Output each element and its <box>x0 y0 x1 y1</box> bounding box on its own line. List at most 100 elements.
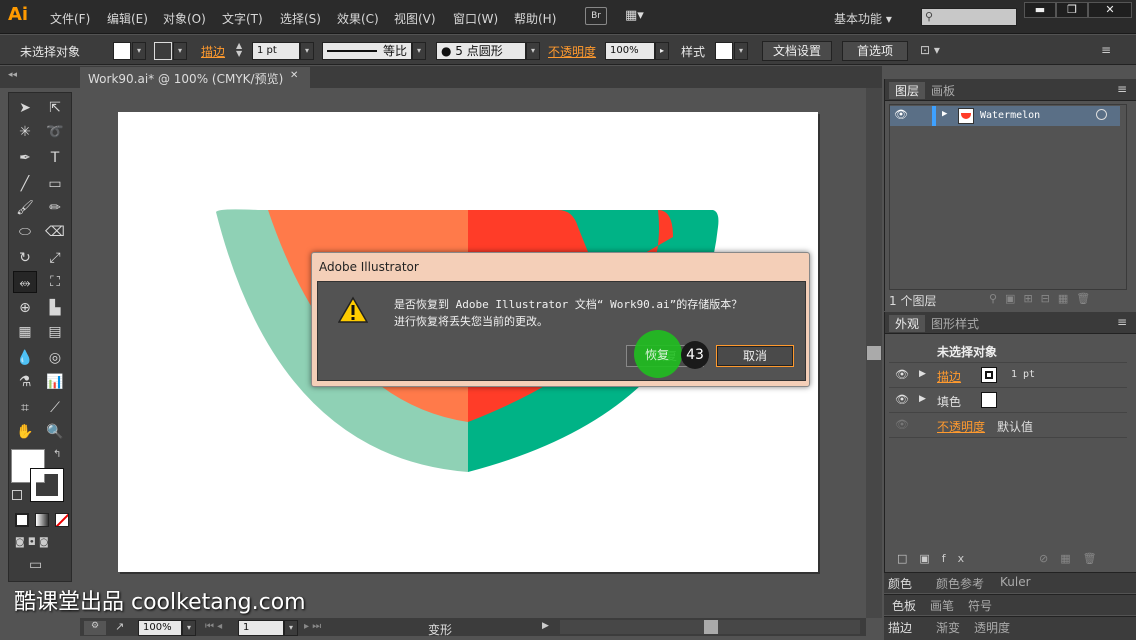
first-artboard-icon[interactable]: ⏮ ◂ <box>205 621 222 632</box>
column-graph-tool-icon[interactable]: 📊 <box>43 371 67 393</box>
tab-graphic-styles[interactable]: 图形样式 <box>931 315 979 332</box>
opacity-label[interactable]: 不透明度 <box>548 43 596 60</box>
artboard-number-input[interactable]: 1 <box>238 620 284 636</box>
cancel-button[interactable]: 取消 <box>716 345 794 367</box>
variable-width-profile[interactable]: 等比 <box>322 42 412 60</box>
selection-tool-icon[interactable]: ➤ <box>13 97 37 119</box>
scale-tool-icon[interactable]: ⤢ <box>43 247 67 269</box>
color-mode-icon[interactable] <box>15 513 29 527</box>
zoom-level-input[interactable]: 100% <box>138 620 182 636</box>
stroke-weight-input[interactable]: 1 pt <box>252 42 300 60</box>
visibility-eye-icon[interactable]: 👁 <box>895 368 909 381</box>
pencil-tool-icon[interactable]: ✏ <box>43 197 67 219</box>
slice-tool-icon[interactable]: ⟋ <box>43 397 67 419</box>
line-tool-icon[interactable]: ╱ <box>13 173 37 195</box>
rectangle-tool-icon[interactable]: ▭ <box>43 173 67 195</box>
visibility-eye-icon[interactable]: 👁 <box>894 108 908 121</box>
search-input[interactable]: ⚲ <box>921 8 1017 26</box>
export-icon[interactable]: ↗ <box>115 620 124 633</box>
direct-selection-tool-icon[interactable]: ⇱ <box>43 97 67 119</box>
tab-gradient[interactable]: 渐变 <box>936 619 960 636</box>
gradient-mode-icon[interactable] <box>35 513 49 527</box>
status-menu-icon[interactable]: ▶ <box>542 621 549 631</box>
zoom-tool-icon[interactable]: 🔍 <box>43 421 67 443</box>
symbol-sprayer-tool-icon[interactable]: ⚗ <box>13 371 37 393</box>
tab-artboards[interactable]: 画板 <box>931 82 955 99</box>
appearance-stroke-row[interactable]: 👁 ▶ 描边 1 pt <box>889 363 1127 388</box>
rotate-tool-icon[interactable]: ↻ <box>13 247 37 269</box>
fill-swatch[interactable] <box>113 42 131 60</box>
stroke-weight-stepper[interactable]: ▲ ▼ <box>236 42 250 60</box>
collapse-toolbar-icon[interactable]: ◂◂ <box>8 70 17 80</box>
eyedropper-tool-icon[interactable]: 💧 <box>13 347 37 369</box>
vertical-scroll-thumb[interactable] <box>867 346 881 360</box>
stroke-dropdown[interactable]: ▾ <box>173 42 187 60</box>
type-tool-icon[interactable]: T <box>43 147 67 169</box>
layer-target-icon[interactable] <box>1096 109 1107 120</box>
tab-swatches[interactable]: 色板 <box>892 597 916 614</box>
swap-colors-icon[interactable]: ↰ <box>53 449 61 460</box>
arrange-documents-icon[interactable]: ▦▾ <box>625 8 644 23</box>
opacity-dropdown[interactable]: ▸ <box>655 42 669 60</box>
stroke-swatch[interactable] <box>154 42 172 60</box>
menu-file[interactable]: 文件(F) <box>50 10 90 27</box>
close-document-icon[interactable]: ✕ <box>290 70 298 81</box>
layers-panel-menu-icon[interactable]: ≡ <box>1117 82 1127 96</box>
none-mode-icon[interactable] <box>55 513 69 527</box>
brush-dropdown[interactable]: ▾ <box>526 42 540 60</box>
style-dropdown[interactable]: ▾ <box>734 42 748 60</box>
menu-view[interactable]: 视图(V) <box>394 10 436 27</box>
screen-mode-icon[interactable]: ▭ <box>29 557 42 573</box>
horizontal-scroll-thumb[interactable] <box>704 620 718 634</box>
document-tab[interactable]: Work90.ai* @ 100% (CMYK/预览) ✕ <box>80 67 310 89</box>
tab-transparency[interactable]: 透明度 <box>974 619 1010 636</box>
hand-tool-icon[interactable]: ✋ <box>13 421 37 443</box>
brush-definition[interactable]: ● 5 点圆形 <box>436 42 526 60</box>
blend-tool-icon[interactable]: ◎ <box>43 347 67 369</box>
visibility-eye-icon[interactable]: 👁 <box>895 418 909 431</box>
gradient-tool-icon[interactable]: ▤ <box>43 321 67 343</box>
appearance-stroke-label[interactable]: 描边 <box>937 368 961 385</box>
next-artboard-icon[interactable]: ▸ ⏭ <box>304 621 321 632</box>
bridge-button[interactable]: Br <box>585 7 607 25</box>
eraser-tool-icon[interactable]: ⌫ <box>43 221 67 243</box>
drawing-mode-icons[interactable]: ◙ ◘ ◙ <box>15 537 67 551</box>
restore-button[interactable]: ❐ <box>1056 2 1088 18</box>
menu-effect[interactable]: 效果(C) <box>337 10 379 27</box>
menu-select[interactable]: 选择(S) <box>280 10 321 27</box>
layer-action-icons[interactable]: ⚲▣⊞⊟▦🗑 <box>989 292 1098 305</box>
artboard-tool-icon[interactable]: ⌗ <box>13 397 37 419</box>
default-colors-icon[interactable] <box>12 490 22 500</box>
appearance-opacity-label[interactable]: 不透明度 <box>937 418 985 435</box>
minimize-button[interactable]: ▬ <box>1024 2 1056 18</box>
appearance-delete-icons[interactable]: ⊘▦🗑 <box>1039 552 1109 565</box>
stroke-weight-dropdown[interactable]: ▾ <box>300 42 314 60</box>
workspace-switcher[interactable]: 基本功能 ▾ <box>834 10 892 27</box>
width-tool-icon[interactable]: ⥈ <box>13 271 37 293</box>
tab-brushes[interactable]: 画笔 <box>930 597 954 614</box>
magic-wand-tool-icon[interactable]: ✳ <box>13 121 37 143</box>
pen-tool-icon[interactable]: ✒ <box>13 147 37 169</box>
appearance-fill-row[interactable]: 👁 ▶ 填色 <box>889 388 1127 413</box>
tab-color[interactable]: 颜色 <box>888 575 912 592</box>
menu-window[interactable]: 窗口(W) <box>453 10 498 27</box>
tab-color-guide[interactable]: 颜色参考 <box>936 575 984 592</box>
status-options-icon[interactable]: ⚙ <box>84 621 106 635</box>
lasso-tool-icon[interactable]: ➰ <box>43 121 67 143</box>
shape-builder-tool-icon[interactable]: ⊕ <box>13 297 37 319</box>
visibility-eye-icon[interactable]: 👁 <box>895 393 909 406</box>
paintbrush-tool-icon[interactable]: 🖌 <box>13 197 37 219</box>
preferences-button[interactable]: 首选项 <box>842 41 908 61</box>
close-button[interactable]: ✕ <box>1088 2 1132 18</box>
vertical-scrollbar[interactable] <box>866 88 882 618</box>
menu-help[interactable]: 帮助(H) <box>514 10 556 27</box>
style-swatch[interactable] <box>715 42 733 60</box>
menu-object[interactable]: 对象(O) <box>163 10 206 27</box>
layer-name[interactable]: Watermelon <box>980 110 1040 121</box>
tab-symbols[interactable]: 符号 <box>968 597 992 614</box>
profile-dropdown[interactable]: ▾ <box>412 42 426 60</box>
expand-layer-icon[interactable]: ▶ <box>942 109 947 119</box>
stroke-color-box[interactable] <box>30 468 64 502</box>
appearance-panel-menu-icon[interactable]: ≡ <box>1117 315 1127 329</box>
layer-row-watermelon[interactable]: 👁 ▶ Watermelon <box>890 106 1120 126</box>
